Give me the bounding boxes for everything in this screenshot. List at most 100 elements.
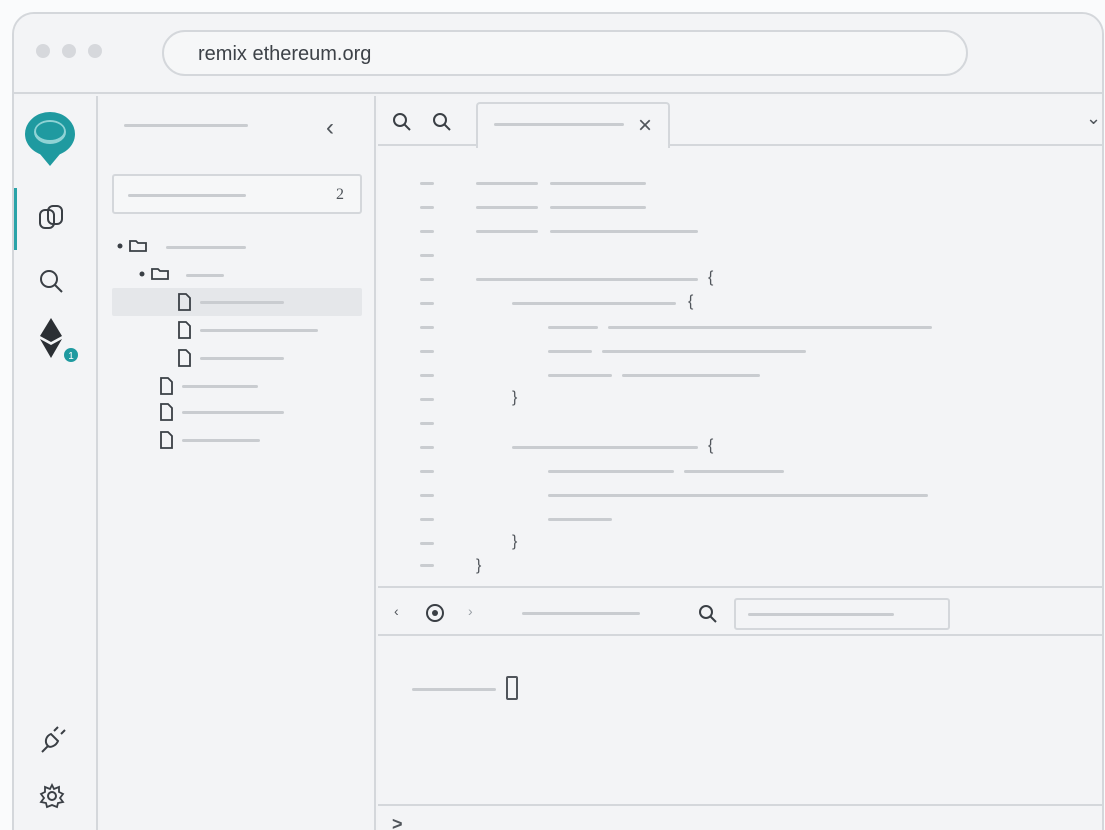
remix-logo-icon[interactable] [24,110,76,166]
tree-label-placeholder [200,301,284,304]
code-token [548,374,612,377]
code-brace: { [708,269,714,286]
code-token [684,470,784,473]
panel-title-placeholder [124,124,248,127]
icon-panel: 1 [14,96,98,830]
gutter-line [420,302,434,305]
gutter-line [420,518,434,521]
editor-area: × ⌄ {{} {}} ‹ › > [378,96,1102,830]
code-token [476,230,538,233]
tree-folder-root[interactable] [116,236,166,256]
browser-titlebar: remix ethereum.org [14,14,1102,94]
file-icon[interactable] [158,402,174,422]
code-token [550,182,646,185]
file-icon[interactable] [176,320,192,340]
file-explorer-panel: ‹ 2 [100,96,376,830]
code-token [550,230,698,233]
tree-label-placeholder [182,385,258,388]
gutter-line [420,254,434,257]
code-token [476,206,538,209]
gutter-line [420,470,434,473]
file-icon[interactable] [176,348,192,368]
gutter-line [420,326,434,329]
address-bar[interactable]: remix ethereum.org [162,30,968,76]
terminal-toolbar: ‹ › [378,586,1102,636]
code-token [512,302,676,305]
terminal-search-icon [699,605,717,623]
gutter-line [420,564,434,567]
file-explorer-icon[interactable] [36,204,66,234]
workspace-count: 2 [336,186,344,203]
code-brace: } [512,389,518,406]
gutter-line [420,398,434,401]
code-brace: { [708,437,714,454]
code-brace: } [476,557,482,574]
code-token [476,278,698,281]
code-token [548,350,592,353]
tree-label-placeholder [200,357,284,360]
tree-label-placeholder [182,439,260,442]
terminal-search-input[interactable] [734,598,950,630]
tree-label-placeholder [182,411,284,414]
window-close-dot[interactable] [36,44,50,58]
gutter-line [420,374,434,377]
code-token [550,206,646,209]
active-plugin-marker [14,188,17,250]
gutter-line [420,206,434,209]
editor-tab-active[interactable]: × [476,102,670,148]
code-token [548,470,674,473]
gutter-line [420,182,434,185]
code-brace: } [512,533,518,550]
gutter-line [420,350,434,353]
window-minimize-dot[interactable] [62,44,76,58]
ethereum-icon[interactable] [40,318,62,358]
tree-folder-child[interactable] [138,264,188,284]
code-token [548,518,612,521]
file-icon[interactable] [158,430,174,450]
code-token [512,446,698,449]
workspace-name-placeholder [128,194,246,197]
code-token [608,326,932,329]
terminal-prompt: > [392,814,403,830]
terminal-filter-placeholder [522,612,640,615]
search-placeholder [748,613,894,616]
tree-label-placeholder [200,329,318,332]
editor-tabbar: × ⌄ [378,96,1102,148]
code-brace: { [688,293,694,310]
terminal-line-placeholder [412,688,496,691]
workspace-select[interactable]: 2 [112,174,362,214]
plugin-icon[interactable] [38,724,68,754]
file-icon [178,293,191,311]
tab-label-placeholder [494,123,624,126]
zoom-in-icon[interactable] [432,112,452,132]
gutter-line [420,494,434,497]
address-text: remix ethereum.org [198,43,372,65]
settings-icon[interactable] [38,782,66,810]
terminal-prompt-bar[interactable]: > [378,804,1102,830]
gutter-line [420,542,434,545]
tabs-menu-button[interactable]: ⌄ [1086,109,1101,127]
code-token [476,182,538,185]
collapse-panel-button[interactable]: ‹ [326,116,334,140]
gutter-line [420,230,434,233]
tree-label-placeholder [186,274,224,277]
gutter-line [420,278,434,281]
tab-close-button[interactable]: × [638,114,652,138]
browser-window: remix ethereum.org 1 ‹ 2 × ⌄ {{} {}}… [12,12,1104,830]
tree-label-placeholder [166,246,246,249]
code-token [622,374,760,377]
search-icon[interactable] [38,268,64,294]
deploy-badge: 1 [62,346,80,364]
code-token [548,326,598,329]
terminal-cursor [506,676,518,700]
terminal-expand-icon[interactable]: › [468,603,473,619]
zoom-out-icon[interactable] [392,112,412,132]
file-icon[interactable] [158,376,174,396]
code-token [602,350,806,353]
gutter-line [420,422,434,425]
gutter-line [420,446,434,449]
terminal-collapse-icon[interactable]: ‹ [394,603,399,619]
window-maximize-dot[interactable] [88,44,102,58]
code-token [548,494,928,497]
terminal-clear-icon[interactable] [424,602,446,624]
